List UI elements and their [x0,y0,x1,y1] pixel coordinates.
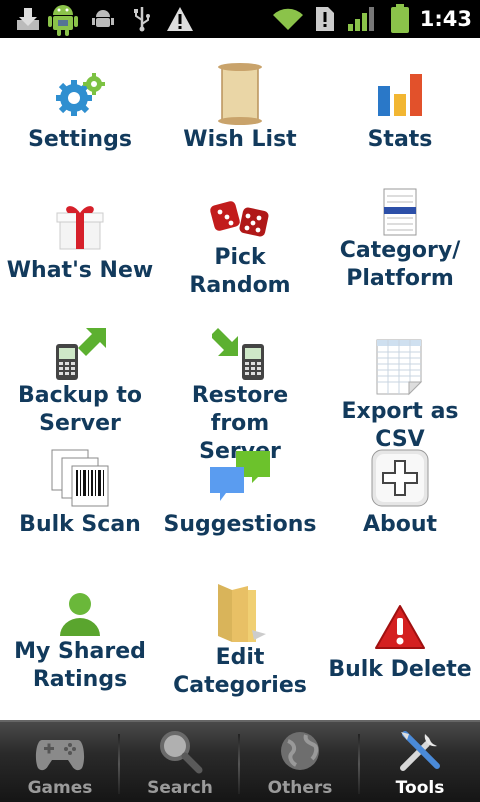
warning-triangle-icon [368,598,432,656]
tab-others[interactable]: Others [240,722,360,802]
bulk-delete-button[interactable]: Bulk Delete [320,562,480,693]
tools-icon [394,728,446,774]
download-icon [14,4,42,34]
settings-button[interactable]: Settings [0,38,160,169]
gears-icon [48,62,112,126]
warning-icon [166,4,194,34]
my-shared-ratings-label: My Shared Ratings [14,639,146,692]
about-label: About [362,512,438,537]
bulk-scan-label: Bulk Scan [19,512,141,537]
backup-to-server-button[interactable]: Backup to Server [0,300,160,436]
suggestions-label: Suggestions [163,512,317,537]
bar-chart-icon [368,62,432,126]
list-icon [368,187,432,237]
plus-button-icon [368,445,432,511]
pick-random-button[interactable]: Pick Random [160,169,320,300]
signal-icon [346,4,378,34]
phone-upload-icon [48,324,112,382]
pick-random-label: Pick Random [189,245,291,298]
tab-search-label: Search [147,778,213,798]
tab-tools-label: Tools [395,778,445,798]
folder-icon [208,582,272,644]
export-csv-button[interactable]: Export as CSV [320,300,480,452]
spreadsheet-icon [368,338,432,396]
about-button[interactable]: About [320,431,480,562]
stats-label: Stats [367,127,433,152]
stats-button[interactable]: Stats [320,38,480,169]
battery-icon [388,4,412,34]
tab-games-label: Games [27,778,93,798]
usb-icon [130,4,154,34]
magnifier-icon [154,728,206,774]
category-platform-label: Category/ Platform [339,238,461,291]
backup-to-server-label: Backup to Server [18,383,142,436]
tab-tools[interactable]: Tools [360,722,480,802]
gamepad-icon [34,728,86,774]
tab-games[interactable]: Games [0,722,120,802]
settings-label: Settings [28,127,132,152]
wish-list-label: Wish List [183,127,297,152]
scroll-icon [208,62,272,126]
edit-categories-button[interactable]: Edit Categories [160,562,320,698]
status-time: 1:43 [419,7,472,31]
debug-android-icon [90,4,116,34]
sim-icon [314,4,336,34]
whats-new-button[interactable]: What's New [0,169,160,300]
globe-icon [274,728,326,774]
my-shared-ratings-button[interactable]: My Shared Ratings [0,562,160,693]
tab-others-label: Others [267,778,333,798]
wifi-icon [272,4,304,34]
dice-icon [208,193,272,244]
android-icon [46,0,80,38]
status-bar: 1:43 [0,0,480,38]
bulk-delete-label: Bulk Delete [328,657,472,682]
restore-from-server-button[interactable]: Restore from Server [160,300,320,464]
chat-bubbles-icon [208,445,272,511]
bottom-tab-bar: Games Search Others Tools [0,720,480,802]
user-icon [48,592,112,638]
edit-categories-label: Edit Categories [173,645,307,698]
category-platform-button[interactable]: Category/ Platform [320,169,480,300]
tab-search[interactable]: Search [120,722,240,802]
barcode-icon [48,445,112,511]
bulk-scan-button[interactable]: Bulk Scan [0,431,160,562]
wish-list-button[interactable]: Wish List [160,38,320,169]
suggestions-button[interactable]: Suggestions [160,431,320,562]
phone-download-icon [208,324,272,382]
tools-grid: Settings Wish List Stats What's New Pick… [0,38,480,720]
whats-new-label: What's New [6,258,154,283]
gift-icon [48,193,112,257]
